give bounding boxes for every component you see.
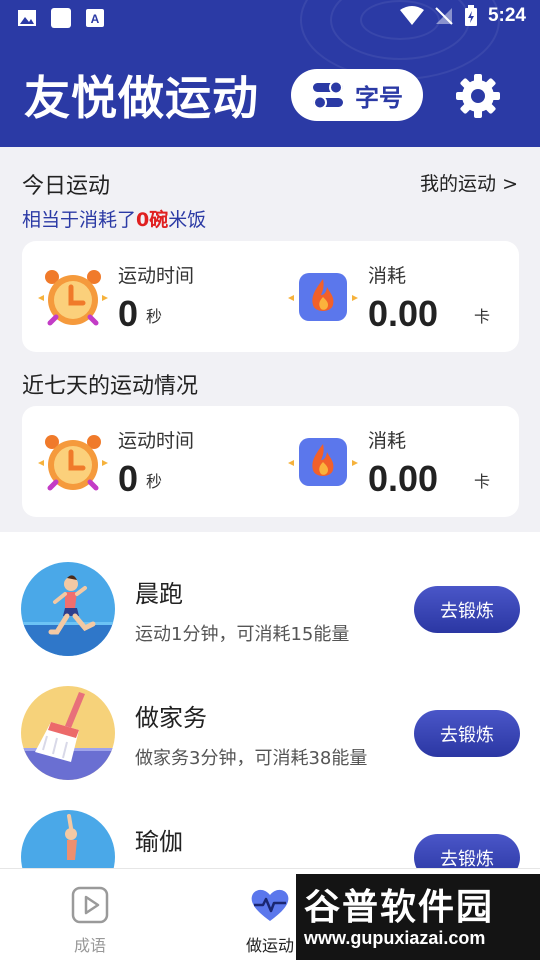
play-icon <box>71 886 109 924</box>
app-title: 友悦做运动 <box>24 71 259 125</box>
duration-value: 0 <box>118 458 139 499</box>
wifi-icon <box>399 6 424 25</box>
rice-prefix: 相当于消耗了 <box>22 209 137 231</box>
today-calorie-stat: 消耗 0.00 卡 <box>272 241 519 352</box>
calorie-unit: 卡 <box>474 307 491 326</box>
exercise-title: 瑜伽 <box>135 828 183 856</box>
rice-suffix: 米饭 <box>168 209 207 231</box>
duration-unit: 秒 <box>146 307 163 326</box>
watermark-text: 谷普软件园 <box>304 887 495 928</box>
today-title: 今日运动 <box>22 174 111 199</box>
rice-equivalent-text: 相当于消耗了0碗米饭 <box>22 205 206 232</box>
duration-unit: 秒 <box>146 472 163 491</box>
exercise-desc: 做家务3分钟，可消耗38能量 <box>135 748 368 769</box>
week-calorie-stat: 消耗 0.00 卡 <box>272 406 519 517</box>
running-person-icon <box>21 562 115 656</box>
square-notification-icon <box>51 8 71 28</box>
exercise-list: 晨跑 运动1分钟，可消耗15能量 去锻炼 做家务 做家务3分钟，可消耗38能量 … <box>0 532 540 868</box>
week-duration-stat: 运动时间 0 秒 <box>22 406 272 517</box>
duration-value: 0 <box>118 293 139 334</box>
clock: 5:24 <box>487 5 526 26</box>
exercise-desc: 运动1分钟，可消耗15能量 <box>135 624 350 645</box>
broom-icon <box>21 686 115 780</box>
calorie-label: 消耗 <box>368 430 407 452</box>
alarm-clock-icon <box>38 435 108 491</box>
go-exercise-button[interactable]: 去锻炼 <box>414 586 520 633</box>
my-sport-link[interactable]: 我的运动 > <box>420 169 518 196</box>
list-item[interactable]: 做家务 做家务3分钟，可消耗38能量 去锻炼 <box>0 670 540 794</box>
week-title: 近七天的运动情况 <box>22 374 199 399</box>
watermark-logo: 谷普软件园 www.gupuxiazai.com <box>296 874 540 960</box>
list-item[interactable]: 瑜伽 去锻炼 <box>0 794 540 868</box>
list-item[interactable]: 晨跑 运动1分钟，可消耗15能量 去锻炼 <box>0 546 540 670</box>
font-size-button[interactable]: 字号 <box>291 69 423 121</box>
nav-item-idioms[interactable]: 成语 <box>0 869 180 960</box>
duration-label: 运动时间 <box>118 265 195 287</box>
watermark-url: www.gupuxiazai.com <box>304 928 486 948</box>
flame-icon <box>288 438 358 486</box>
stats-section: 今日运动 我的运动 > 相当于消耗了0碗米饭 运动时间 0 秒 消耗 0.00 … <box>0 147 540 532</box>
calorie-value: 0.00 <box>368 293 439 334</box>
rice-bowls-value: 0碗 <box>136 209 169 231</box>
exercise-title: 晨跑 <box>135 580 183 608</box>
exercise-title: 做家务 <box>135 704 207 732</box>
yoga-icon <box>21 810 115 868</box>
battery-charging-icon <box>464 5 477 26</box>
font-notification-icon: A <box>86 9 104 27</box>
week-stats-card: 运动时间 0 秒 消耗 0.00 卡 <box>22 406 519 517</box>
today-duration-stat: 运动时间 0 秒 <box>22 241 272 352</box>
duration-label: 运动时间 <box>118 430 195 452</box>
font-size-label: 字号 <box>355 83 403 112</box>
no-signal-icon <box>435 7 453 25</box>
alarm-clock-icon <box>38 270 108 326</box>
app-header: A 5:24 友悦做运动 字号 <box>0 0 540 147</box>
today-stats-card: 运动时间 0 秒 消耗 0.00 卡 <box>22 241 519 352</box>
calorie-unit: 卡 <box>474 472 491 491</box>
nav-label: 成语 <box>73 936 106 955</box>
go-exercise-button[interactable]: 去锻炼 <box>414 834 520 868</box>
calorie-label: 消耗 <box>368 265 407 287</box>
heartbeat-icon <box>251 889 289 921</box>
calorie-value: 0.00 <box>368 458 439 499</box>
status-bar: A 5:24 <box>0 0 540 36</box>
svg-text:A: A <box>91 12 100 26</box>
gear-icon[interactable] <box>454 72 502 120</box>
gallery-icon <box>18 10 36 26</box>
go-exercise-button[interactable]: 去锻炼 <box>414 710 520 757</box>
toggle-sliders-icon <box>313 80 343 110</box>
flame-icon <box>288 273 358 321</box>
